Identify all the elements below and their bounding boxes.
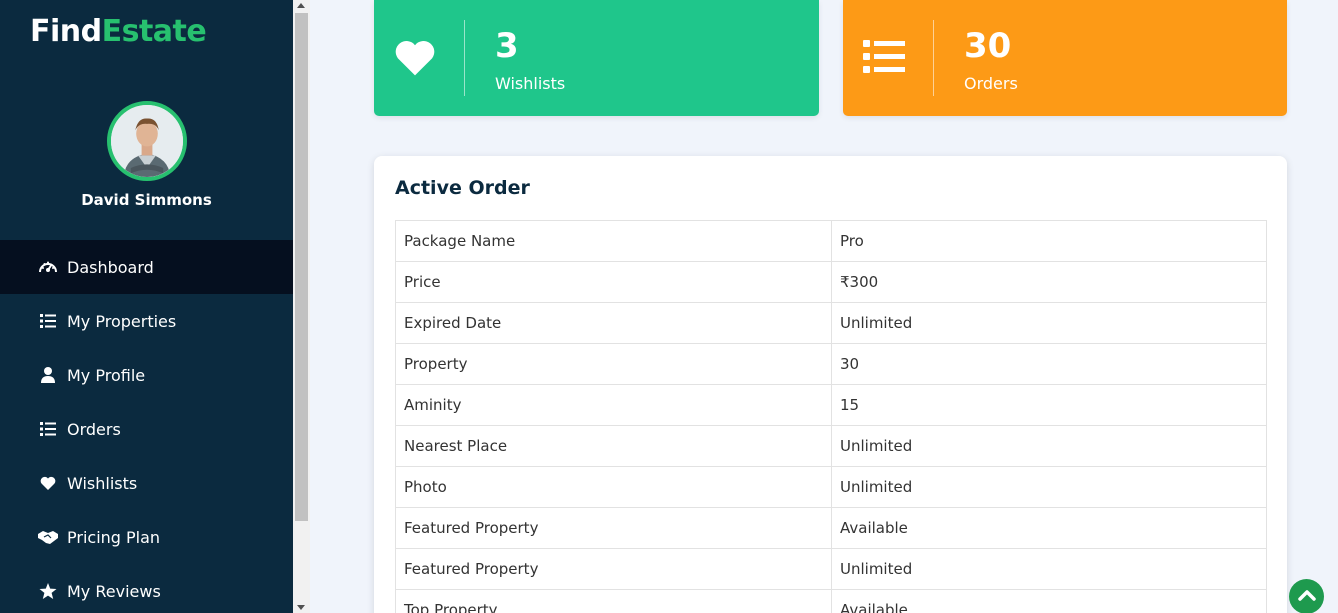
back-to-top-button[interactable] — [1289, 579, 1324, 613]
row-label: Aminity — [395, 384, 832, 426]
row-value: Unlimited — [831, 548, 1267, 590]
sidebar-item-dashboard[interactable]: Dashboard — [0, 240, 293, 294]
wishlists-card[interactable]: 3 Wishlists — [374, 0, 819, 116]
table-row: Featured Property Available — [395, 507, 1267, 549]
scrollbar[interactable] — [293, 0, 310, 613]
user-name: David Simmons — [81, 191, 212, 209]
scroll-up-arrow[interactable] — [297, 3, 305, 8]
sidebar-item-label: Dashboard — [67, 257, 154, 277]
list-icon — [861, 36, 906, 78]
table-row: Expired Date Unlimited — [395, 302, 1267, 344]
user-icon — [38, 365, 58, 385]
row-label: Featured Property — [395, 548, 832, 590]
row-label: Top Property — [395, 589, 832, 613]
list-icon — [38, 419, 58, 439]
heart-icon — [38, 473, 58, 493]
wishlists-label: Wishlists — [495, 74, 566, 93]
sidebar: FindEstate David Simmons Dashboard My Pr… — [0, 0, 293, 613]
scroll-down-arrow[interactable] — [297, 605, 305, 610]
card-divider — [464, 20, 465, 96]
wishlists-count: 3 — [495, 26, 519, 66]
sidebar-item-label: My Properties — [67, 311, 177, 331]
row-value: Available — [831, 507, 1267, 549]
sidebar-item-label: My Profile — [67, 365, 146, 385]
row-value: Unlimited — [831, 425, 1267, 467]
row-label: Price — [395, 261, 832, 303]
brand-logo-part1: Find — [30, 14, 102, 49]
row-label: Photo — [395, 466, 832, 508]
table-row: Property 30 — [395, 343, 1267, 385]
row-label: Expired Date — [395, 302, 832, 344]
panel-title: Active Order — [395, 177, 530, 199]
row-label: Package Name — [395, 220, 832, 262]
active-order-panel: Active Order Package Name Pro Price ₹300 E… — [374, 156, 1287, 613]
handshake-icon — [38, 527, 58, 547]
brand-logo[interactable]: FindEstate — [30, 14, 207, 49]
sidebar-item-pricing-plan[interactable]: Pricing Plan — [0, 510, 293, 564]
sidebar-item-label: Orders — [67, 419, 121, 439]
sidebar-item-my-reviews[interactable]: My Reviews — [0, 564, 293, 613]
row-value: Unlimited — [831, 466, 1267, 508]
scrollbar-thumb[interactable] — [295, 13, 308, 521]
star-icon — [38, 581, 58, 601]
table-row: Package Name Pro — [395, 220, 1267, 262]
table-row: Price ₹300 — [395, 261, 1267, 303]
heart-icon — [392, 36, 437, 78]
sidebar-item-label: Pricing Plan — [67, 527, 161, 547]
sidebar-item-wishlists[interactable]: Wishlists — [0, 456, 293, 510]
avatar — [107, 101, 187, 181]
row-value: 15 — [831, 384, 1267, 426]
chevron-up-icon — [1297, 588, 1316, 606]
row-value: Unlimited — [831, 302, 1267, 344]
row-value: Available — [831, 589, 1267, 613]
orders-label: Orders — [964, 74, 1018, 93]
sidebar-item-label: Wishlists — [67, 473, 138, 493]
sidebar-menu: Dashboard My Properties My Profile Order… — [0, 240, 293, 613]
row-label: Property — [395, 343, 832, 385]
row-value: Pro — [831, 220, 1267, 262]
table-row: Nearest Place Unlimited — [395, 425, 1267, 467]
sidebar-item-orders[interactable]: Orders — [0, 402, 293, 456]
table-row: Aminity 15 — [395, 384, 1267, 426]
list-icon — [38, 311, 58, 331]
table-row: Photo Unlimited — [395, 466, 1267, 508]
active-order-table: Package Name Pro Price ₹300 Expired Date Un… — [395, 220, 1267, 613]
row-label: Nearest Place — [395, 425, 832, 467]
row-value: 30 — [831, 343, 1267, 385]
row-label: Featured Property — [395, 507, 832, 549]
brand-logo-part2: Estate — [101, 14, 207, 49]
card-divider — [933, 20, 934, 96]
table-row: Featured Property Unlimited — [395, 548, 1267, 590]
orders-count: 30 — [964, 26, 1012, 66]
table-row: Top Property Available — [395, 589, 1267, 613]
sidebar-item-label: My Reviews — [67, 581, 161, 601]
gauge-icon — [38, 257, 58, 277]
row-value: ₹300 — [831, 261, 1267, 303]
sidebar-item-my-profile[interactable]: My Profile — [0, 348, 293, 402]
sidebar-item-my-properties[interactable]: My Properties — [0, 294, 293, 348]
orders-card[interactable]: 30 Orders — [843, 0, 1287, 116]
